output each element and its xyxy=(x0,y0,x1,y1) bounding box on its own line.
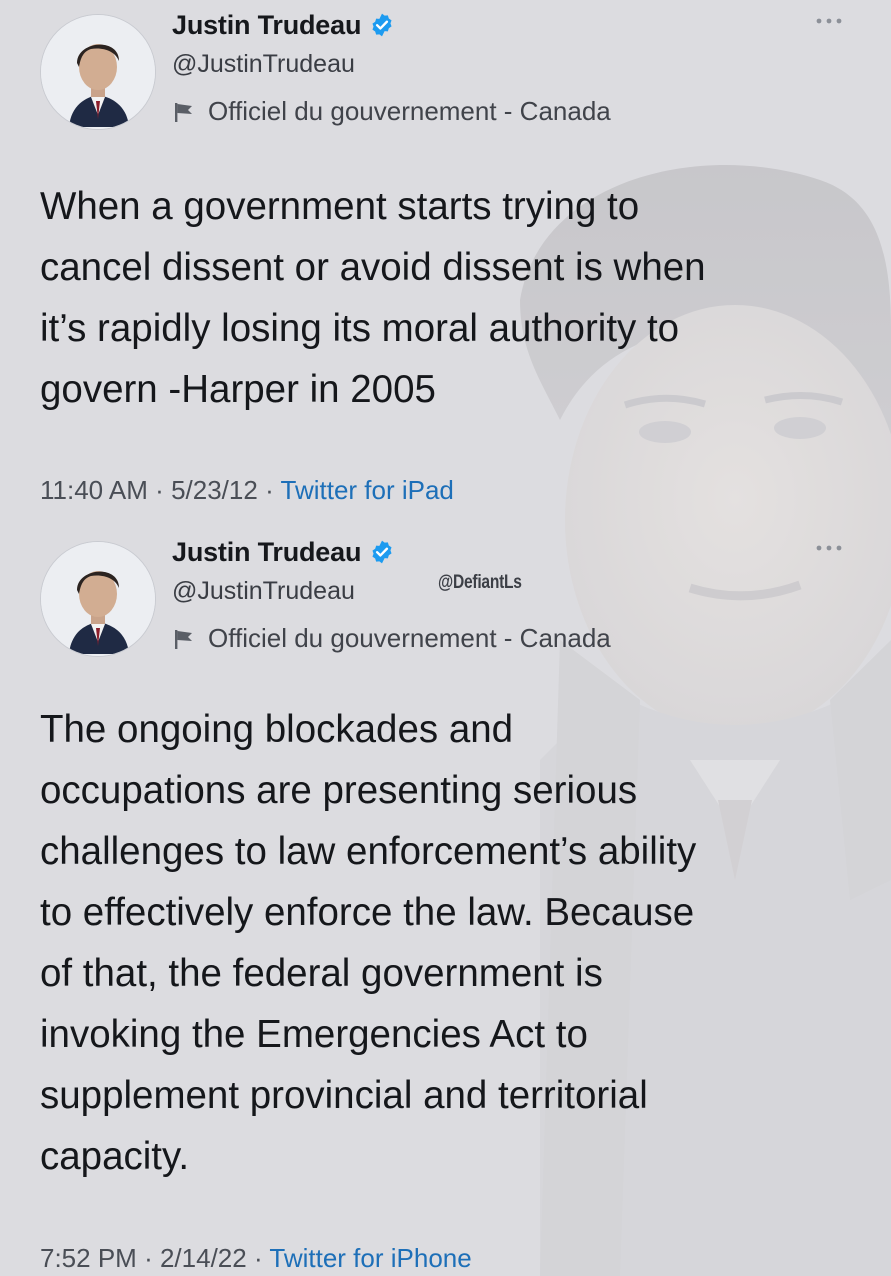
author-handle[interactable]: @JustinTrudeau xyxy=(172,577,355,606)
government-label-text: Officiel du gouvernement - Canada xyxy=(208,623,611,653)
tweet-time[interactable]: 7:52 PM xyxy=(40,1243,137,1273)
meta-separator: · xyxy=(155,475,164,505)
meta-separator: · xyxy=(253,1243,263,1273)
author-name[interactable]: Justin Trudeau xyxy=(172,10,361,41)
avatar-image xyxy=(41,542,155,656)
meta-separator: · xyxy=(144,1243,153,1273)
government-label-text: Officiel du gouvernement - Canada xyxy=(208,96,611,126)
flag-icon xyxy=(175,102,192,122)
flag-icon xyxy=(175,629,192,649)
avatar[interactable] xyxy=(40,541,156,657)
avatar[interactable] xyxy=(40,14,156,130)
tweet-1[interactable]: Justin Trudeau @JustinTrudeau Officiel d… xyxy=(0,0,891,525)
tweet-time[interactable]: 11:40 AM xyxy=(40,475,148,505)
tweet-source-link[interactable]: Twitter for iPhone xyxy=(269,1243,471,1273)
more-dots-icon[interactable] xyxy=(815,14,843,28)
author-name[interactable]: Justin Trudeau xyxy=(172,537,361,568)
government-label: Officiel du gouvernement - Canada xyxy=(172,96,611,127)
tweet-date[interactable]: 5/23/12 xyxy=(171,475,258,505)
verified-badge-icon xyxy=(372,13,392,37)
tweet-text: When a government starts trying to cance… xyxy=(40,185,706,411)
meta-separator: · xyxy=(265,475,274,505)
tweet-2[interactable]: Justin Trudeau @JustinTrudeau @DefiantLs… xyxy=(0,527,891,1276)
tweet-meta: 7:52 PM · 2/14/22 · Twitter for iPhone xyxy=(40,1243,472,1274)
tweet-meta: 11:40 AM · 5/23/12 · Twitter for iPad xyxy=(40,475,454,506)
tweet-text: The ongoing blockades and occupations ar… xyxy=(40,708,697,1178)
tweet-source-link[interactable]: Twitter for iPad xyxy=(281,475,454,505)
avatar-image xyxy=(41,15,155,129)
watermark: @DefiantLs xyxy=(438,572,522,593)
more-dots-icon[interactable] xyxy=(815,541,843,555)
tweet-date[interactable]: 2/14/22 xyxy=(160,1243,247,1273)
verified-badge-icon xyxy=(372,540,392,564)
government-label: Officiel du gouvernement - Canada xyxy=(172,623,611,654)
author-handle[interactable]: @JustinTrudeau xyxy=(172,50,355,79)
